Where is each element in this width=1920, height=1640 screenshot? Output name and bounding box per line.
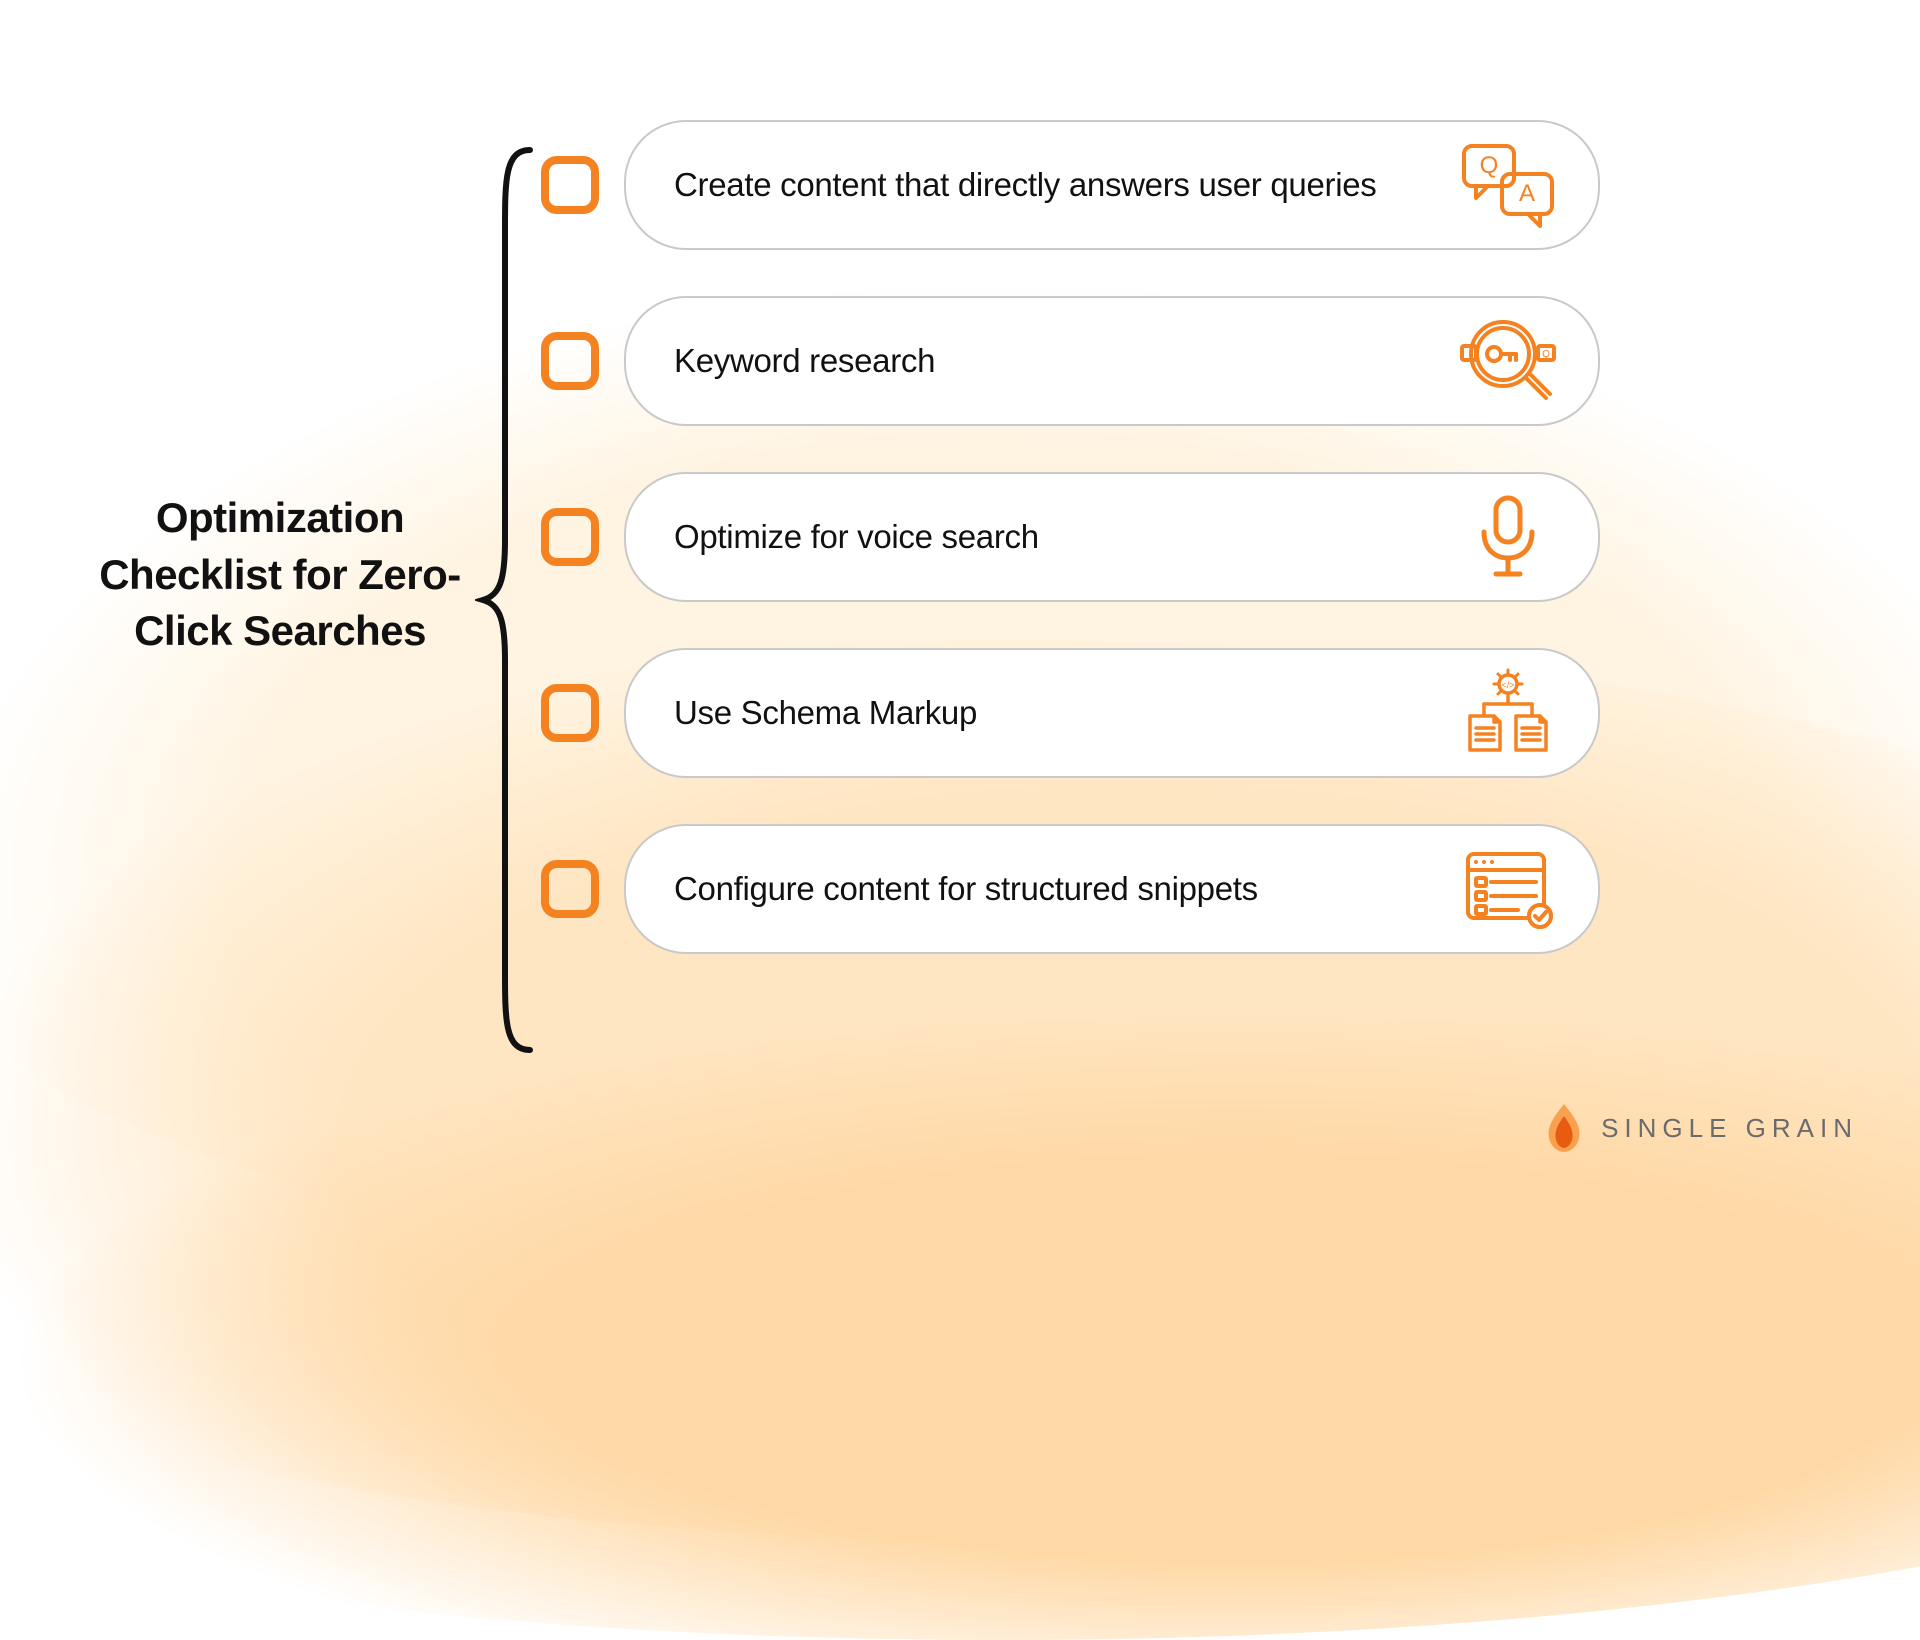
checklist-item-label: Keyword research [674,340,1434,381]
checklist-pill: Optimize for voice search [624,472,1600,602]
brand-logo: SINGLE GRAIN [1543,1102,1858,1154]
checkbox-icon [540,507,600,567]
svg-text:A: A [1519,180,1535,207]
checklist-item: Create content that directly answers use… [540,120,1600,250]
svg-text:Q: Q [1480,152,1499,179]
qa-bubbles-icon: Q A [1458,140,1558,230]
checklist: Create content that directly answers use… [540,120,1600,954]
flame-icon [1543,1102,1585,1154]
brand-name: SINGLE GRAIN [1601,1113,1858,1144]
svg-text:Q: Q [1542,349,1550,360]
checklist-item: Optimize for voice search [540,472,1600,602]
diagram-title: Optimization Checklist for Zero-Click Se… [95,490,465,660]
checklist-item-label: Create content that directly answers use… [674,164,1434,205]
checklist-pill: Create content that directly answers use… [624,120,1600,250]
checklist-item-label: Optimize for voice search [674,516,1434,557]
microphone-icon [1458,492,1558,582]
schema-docs-icon: </> [1458,668,1558,758]
checklist-item: Use Schema Markup [540,648,1600,778]
checklist-item-label: Configure content for structured snippet… [674,868,1434,909]
checkbox-icon [540,683,600,743]
snippet-checklist-icon [1458,844,1558,934]
checklist-pill: Use Schema Markup [624,648,1600,778]
curly-brace [475,140,545,1060]
checkbox-icon [540,155,600,215]
svg-text:</>: </> [1501,680,1514,690]
checklist-item-label: Use Schema Markup [674,692,1434,733]
checklist-pill: Keyword research [624,296,1600,426]
search-key-icon: Q [1458,316,1558,406]
checkbox-icon [540,859,600,919]
checklist-item: Keyword research [540,296,1600,426]
checklist-pill: Configure content for structured snippet… [624,824,1600,954]
checkbox-icon [540,331,600,391]
checklist-item: Configure content for structured snippet… [540,824,1600,954]
